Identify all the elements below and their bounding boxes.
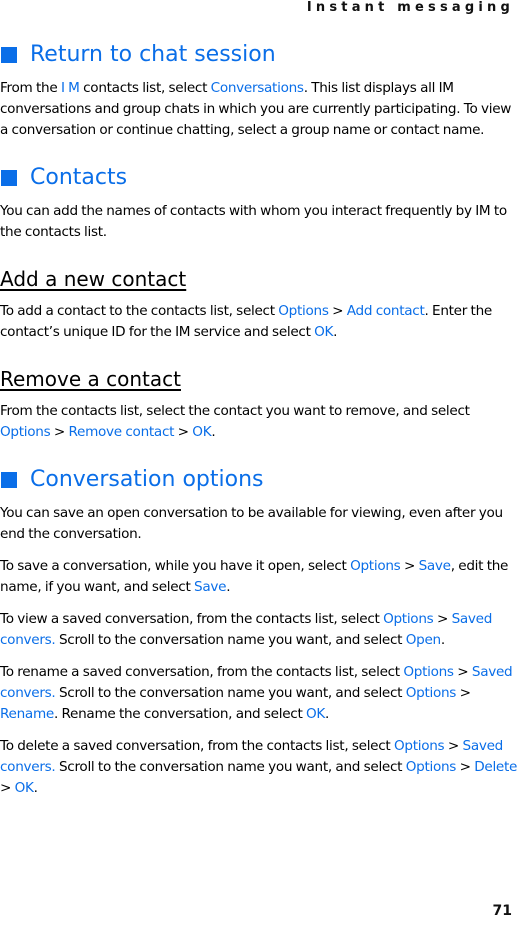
subheading-add-contact: Add a new contact <box>0 267 187 291</box>
menu-term-options: Options <box>405 759 457 775</box>
section-title: Conversation options <box>30 467 264 492</box>
menu-term-open: Open <box>405 632 441 648</box>
text: Scroll to the conversation name you want… <box>55 759 406 775</box>
menu-term-remove-contact: Remove contact <box>68 424 175 440</box>
page-content: Return to chat session From the I M cont… <box>0 40 518 799</box>
paragraph-contacts-intro: You can add the names of contacts with w… <box>0 203 507 240</box>
text: > <box>444 738 463 754</box>
paragraph-delete-conversation: To delete a saved conversation, from the… <box>0 736 518 799</box>
menu-term-save: Save <box>194 579 227 595</box>
square-bullet-icon <box>1 472 17 488</box>
text: > <box>433 611 452 627</box>
menu-term-ok: OK <box>314 324 334 340</box>
text: Scroll to the conversation name you want… <box>55 685 406 701</box>
menu-term-save: Save <box>418 558 451 574</box>
subheading-remove-contact: Remove a contact <box>0 367 181 391</box>
text: . <box>211 424 216 440</box>
paragraph-add-contact: To add a contact to the contacts list, s… <box>0 301 518 343</box>
square-bullet-icon <box>1 47 17 63</box>
paragraph-rename-conversation: To rename a saved conversation, from the… <box>0 662 518 725</box>
menu-term-ok: OK <box>192 424 212 440</box>
section-title: Return to chat session <box>30 42 276 67</box>
menu-term-rename: Rename <box>0 706 54 722</box>
text: From the contacts list, select the conta… <box>0 403 470 419</box>
menu-term-options: Options <box>383 611 434 627</box>
section-heading-contacts: Contacts <box>0 163 518 193</box>
menu-term-options: Options <box>403 664 454 680</box>
text: . <box>226 579 231 595</box>
text: Scroll to the conversation name you want… <box>55 632 406 648</box>
text: contacts list, select <box>79 80 211 96</box>
text: To rename a saved conversation, from the… <box>0 664 404 680</box>
text: > <box>453 664 472 680</box>
menu-term-add-contact: Add contact <box>346 303 425 319</box>
text: To save a conversation, while you have i… <box>0 558 351 574</box>
square-bullet-icon <box>1 170 17 186</box>
text: > <box>50 424 69 440</box>
text: From the <box>0 80 61 96</box>
menu-term-options: Options <box>393 738 445 754</box>
section-heading-return-to-chat: Return to chat session <box>0 40 518 70</box>
text: > <box>456 685 471 701</box>
menu-term-options: Options <box>0 424 51 440</box>
menu-term-ok: OK <box>306 706 326 722</box>
paragraph-return-to-chat: From the I M contacts list, select Conve… <box>0 78 518 141</box>
text: . <box>325 706 330 722</box>
menu-term-options: Options <box>405 685 457 701</box>
menu-term-options: Options <box>350 558 401 574</box>
text: . <box>440 632 445 648</box>
menu-term-delete: Delete <box>474 759 518 775</box>
menu-term-ok: OK <box>14 780 34 796</box>
text: To view a saved conversation, from the c… <box>0 611 384 627</box>
page-number: 71 <box>492 903 512 919</box>
text: > <box>174 424 193 440</box>
text: > <box>456 759 475 775</box>
menu-term-options: Options <box>278 303 329 319</box>
menu-term-im: I M <box>60 80 80 96</box>
text: > <box>0 780 15 796</box>
menu-term-conversations: Conversations <box>210 80 304 96</box>
paragraph-remove-contact: From the contacts list, select the conta… <box>0 401 518 443</box>
text: . Rename the conversation, and select <box>53 706 306 722</box>
text: > <box>328 303 347 319</box>
text: To delete a saved conversation, from the… <box>0 738 394 754</box>
paragraph-save-conversation: To save a conversation, while you have i… <box>0 556 518 598</box>
section-title: Contacts <box>30 165 128 190</box>
paragraph-conversation-options-intro: You can save an open conversation to be … <box>0 505 503 542</box>
running-header-title: Instant messaging <box>306 0 514 15</box>
text: . <box>33 780 38 796</box>
text: . <box>333 324 338 340</box>
section-heading-conversation-options: Conversation options <box>0 465 518 495</box>
paragraph-view-conversation: To view a saved conversation, from the c… <box>0 609 518 651</box>
text: > <box>400 558 419 574</box>
text: To add a contact to the contacts list, s… <box>0 303 279 319</box>
